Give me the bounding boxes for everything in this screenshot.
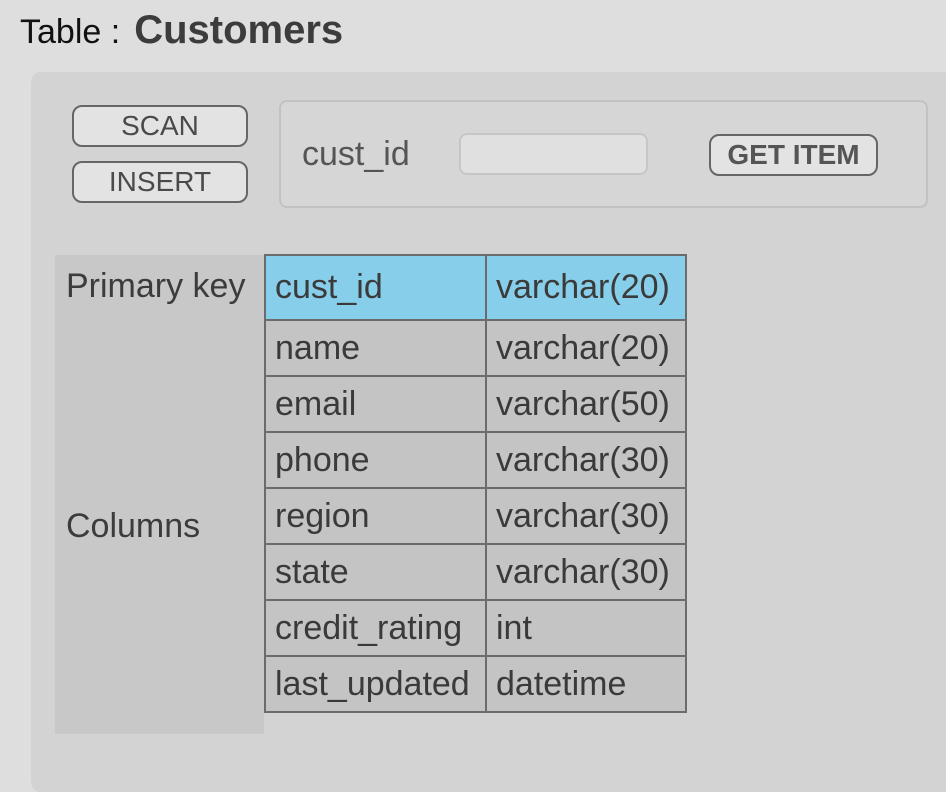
table-name: Customers: [134, 8, 344, 52]
column-type: varchar(30): [485, 431, 687, 489]
primary-key-label: Primary key: [55, 255, 264, 318]
column-row: region varchar(30): [264, 487, 687, 545]
column-type: varchar(20): [485, 319, 687, 377]
get-item-key-input[interactable]: [459, 133, 648, 175]
column-row: last_updated datetime: [264, 655, 687, 713]
column-row: name varchar(20): [264, 319, 687, 377]
column-name: credit_rating: [264, 599, 487, 657]
column-row: state varchar(30): [264, 543, 687, 601]
title-prefix: Table :: [20, 13, 121, 51]
get-item-key-label: cust_id: [302, 135, 410, 173]
column-type: datetime: [485, 655, 687, 713]
insert-button[interactable]: INSERT: [72, 161, 248, 203]
column-name: name: [264, 319, 487, 377]
get-item-button[interactable]: GET ITEM: [709, 134, 878, 176]
columns-label-cell: Columns: [55, 318, 264, 734]
column-name: region: [264, 487, 487, 545]
primary-key-row: cust_id varchar(20): [264, 254, 687, 321]
column-row: credit_rating int: [264, 599, 687, 657]
columns-label: Columns: [66, 506, 201, 545]
column-type: varchar(30): [485, 487, 687, 545]
column-type: varchar(30): [485, 543, 687, 601]
primary-key-type: varchar(20): [485, 254, 687, 321]
page-title: Table : Customers: [20, 8, 343, 58]
column-type: int: [485, 599, 687, 657]
column-name: phone: [264, 431, 487, 489]
column-type: varchar(50): [485, 375, 687, 433]
column-name: last_updated: [264, 655, 487, 713]
scan-button[interactable]: SCAN: [72, 105, 248, 147]
schema-table: cust_id varchar(20) name varchar(20) ema…: [264, 254, 687, 713]
column-name: email: [264, 375, 487, 433]
column-row: email varchar(50): [264, 375, 687, 433]
column-name: state: [264, 543, 487, 601]
column-row: phone varchar(30): [264, 431, 687, 489]
primary-key-name: cust_id: [264, 254, 487, 321]
